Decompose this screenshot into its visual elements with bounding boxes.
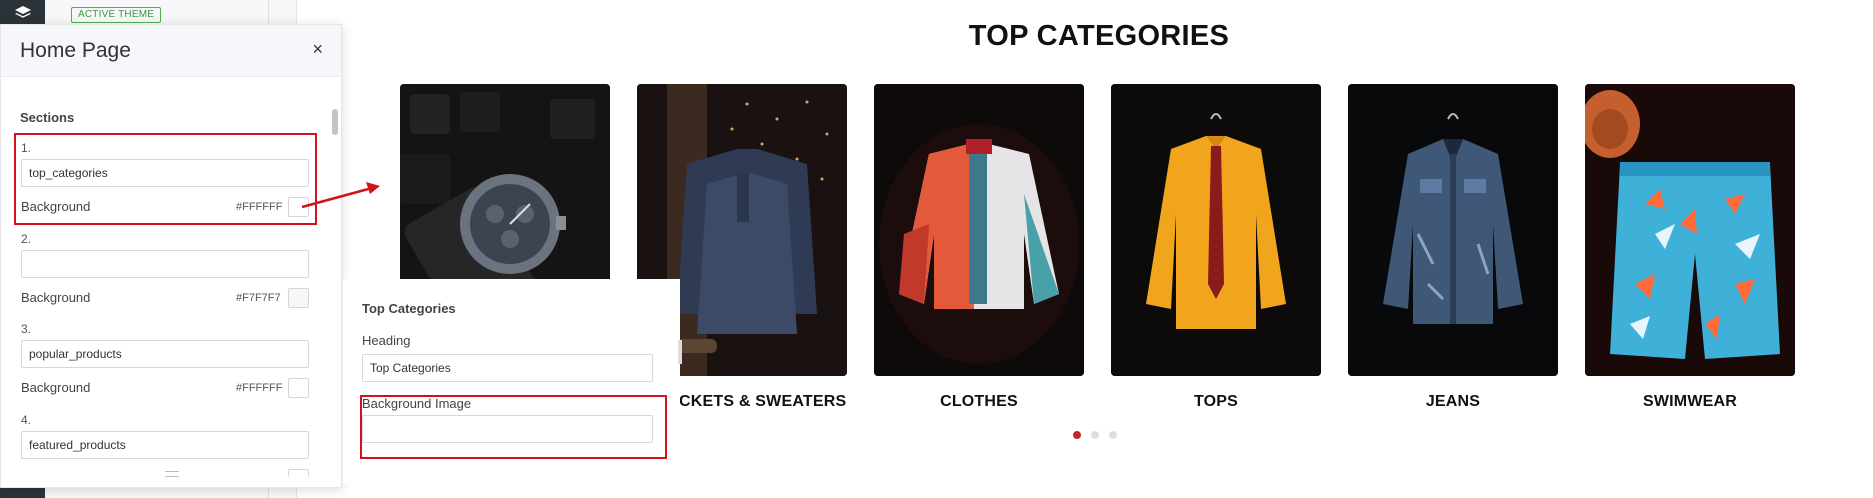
section-3-background-value: #FFFFFF	[236, 382, 283, 394]
scroll-thumb[interactable]	[332, 109, 338, 135]
sections-heading: Sections	[20, 110, 75, 125]
section-number: 3.	[21, 322, 32, 336]
section-2-input[interactable]	[21, 250, 309, 278]
section-2-color-swatch[interactable]	[288, 288, 309, 308]
category-label[interactable]: SWIMWEAR	[1585, 393, 1795, 411]
yellow-shirt-image	[1111, 84, 1321, 376]
category-label[interactable]: JEANS	[1348, 393, 1558, 411]
category-card-clothes[interactable]	[874, 84, 1084, 376]
background-image-input[interactable]	[362, 415, 653, 443]
settings-title: Top Categories	[362, 301, 456, 316]
section-3-color-swatch[interactable]	[288, 378, 309, 398]
swim-shorts-image	[1585, 84, 1795, 376]
resize-handle-icon[interactable]	[165, 471, 179, 477]
section-1-background-label: Background	[21, 199, 91, 214]
section-2-background-label: Background	[21, 290, 91, 305]
heading-input[interactable]: Top Categories	[362, 354, 653, 382]
section-4-color-swatch[interactable]	[288, 469, 309, 477]
carousel-pagination	[1073, 431, 1117, 439]
section-number: 1.	[21, 141, 32, 155]
bomber-jacket-image	[874, 84, 1084, 376]
section-number: 4.	[21, 413, 32, 427]
category-label[interactable]: TOPS	[1111, 393, 1321, 411]
section-number: 2.	[21, 232, 32, 246]
background-image-label: Background Image	[362, 396, 472, 411]
section-4-input[interactable]: featured_products	[21, 431, 309, 459]
section-1-color-swatch[interactable]	[288, 197, 309, 217]
pagination-dot-2[interactable]	[1091, 431, 1099, 439]
section-1-background-value: #FFFFFF	[236, 201, 283, 213]
section-2-background-value: #F7F7F7	[236, 292, 281, 304]
category-card-jeans[interactable]	[1348, 84, 1558, 376]
section-3-background-label: Background	[21, 380, 91, 395]
panel-scrollbar[interactable]	[331, 85, 339, 483]
panel-header: Home Page ×	[1, 25, 341, 77]
panel-edge	[678, 340, 682, 364]
heading-label: Heading	[362, 333, 411, 348]
top-categories-settings: Top Categories Heading Top Categories Ba…	[343, 279, 680, 483]
category-card-swimwear[interactable]	[1585, 84, 1795, 376]
denim-jacket-image	[1348, 84, 1558, 376]
panel-title: Home Page	[20, 39, 131, 62]
section-3-input[interactable]: popular_products	[21, 340, 309, 368]
section-1-input[interactable]: top_categories	[21, 159, 309, 187]
home-page-panel: Home Page × Sections 1. top_categories B…	[0, 24, 342, 488]
pagination-dot-3[interactable]	[1109, 431, 1117, 439]
category-card-tops[interactable]	[1111, 84, 1321, 376]
close-icon[interactable]: ×	[312, 39, 323, 60]
category-label[interactable]: CLOTHES	[874, 393, 1084, 411]
pagination-dot-1[interactable]	[1073, 431, 1081, 439]
